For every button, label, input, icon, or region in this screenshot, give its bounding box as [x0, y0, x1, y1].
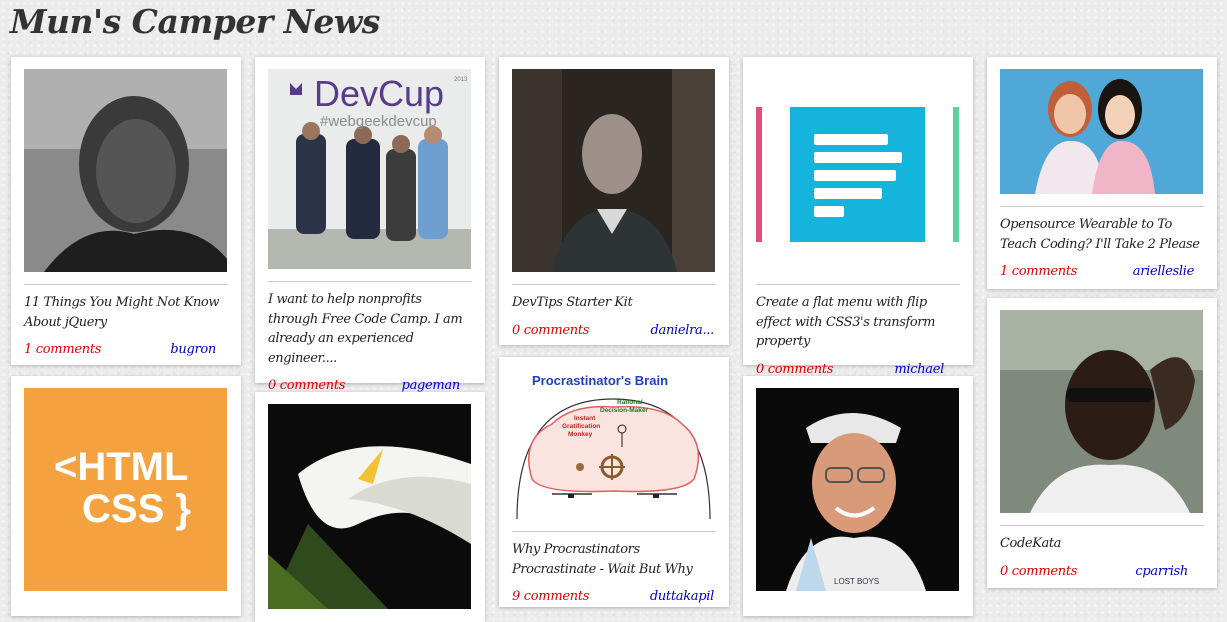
- author-link[interactable]: arielleslie: [1133, 264, 1195, 286]
- devcup-year-text: 2013: [454, 77, 468, 83]
- story-headline[interactable]: Why Procrastinators Procrastinate - Wait…: [512, 540, 716, 579]
- author-link[interactable]: duttakapil: [650, 589, 714, 611]
- author-link[interactable]: danielra...: [650, 323, 714, 345]
- comic-label-text: Decision-Maker: [600, 407, 649, 414]
- card-divider: [756, 284, 960, 285]
- shirt-logo-text: LOST BOYS: [834, 577, 880, 586]
- comments-link[interactable]: 9 comments: [512, 589, 589, 611]
- story-headline[interactable]: DevTips Starter Kit: [512, 293, 716, 313]
- comic-label-text: Gratification: [562, 423, 601, 430]
- article-image[interactable]: [756, 69, 959, 272]
- news-card: LOST BOYS: [743, 376, 973, 616]
- comments-link[interactable]: 0 comments: [1000, 564, 1077, 586]
- article-image[interactable]: Procrastinator's Brain Rational Decision…: [512, 369, 715, 519]
- menu-icon: [756, 107, 959, 242]
- story-headline[interactable]: I want to help nonprofits through Free C…: [268, 290, 472, 368]
- author-avatar-image[interactable]: [1000, 310, 1203, 513]
- author-avatar-image[interactable]: <HTML CSS }: [24, 388, 227, 591]
- news-card: [255, 392, 485, 622]
- comic-label-text: Instant: [574, 415, 596, 422]
- devcup-hashtag-text: #webgeekdevcup: [320, 113, 437, 130]
- card-meta: 0 comments cparrish: [1000, 564, 1204, 586]
- author-link[interactable]: bugron: [170, 342, 216, 364]
- comments-link[interactable]: 1 comments: [24, 342, 101, 364]
- news-card: Procrastinator's Brain Rational Decision…: [499, 357, 729, 607]
- card-divider: [512, 531, 716, 532]
- comments-link[interactable]: 1 comments: [1000, 264, 1077, 286]
- news-card: <HTML CSS }: [11, 376, 241, 616]
- author-avatar-image[interactable]: [24, 69, 227, 272]
- story-headline[interactable]: CodeKata: [1000, 534, 1204, 554]
- card-meta: 1 comments arielleslie: [1000, 264, 1204, 286]
- comments-link[interactable]: 0 comments: [512, 323, 589, 345]
- author-avatar-image[interactable]: [268, 404, 471, 609]
- news-card: 11 Things You Might Not Know About jQuer…: [11, 57, 241, 365]
- story-headline[interactable]: Opensource Wearable to To Teach Coding? …: [1000, 215, 1204, 254]
- comic-label-text: Monkey: [568, 431, 593, 438]
- author-avatar-image[interactable]: LOST BOYS: [756, 388, 959, 591]
- article-image[interactable]: [1000, 69, 1203, 194]
- author-link[interactable]: cparrish: [1135, 564, 1188, 586]
- card-meta: 1 comments bugron: [24, 342, 228, 364]
- news-card: DevCup 2013 #webgeekdevcup I want to hel…: [255, 57, 485, 393]
- news-card: Create a flat menu with flip effect with…: [743, 57, 973, 377]
- story-headline[interactable]: Create a flat menu with flip effect with…: [756, 293, 960, 352]
- devcup-logo-text: DevCup: [314, 73, 445, 114]
- card-divider: [24, 284, 228, 285]
- card-meta: 9 comments duttakapil: [512, 589, 716, 611]
- card-divider: [512, 284, 716, 285]
- news-card: CodeKata 0 comments cparrish: [987, 298, 1217, 588]
- card-divider: [1000, 206, 1204, 207]
- comic-label-text: Rational: [617, 399, 643, 406]
- site-title: Mun's Camper News: [10, 2, 380, 41]
- html-css-logo-text: CSS }: [82, 487, 191, 531]
- author-avatar-image[interactable]: DevCup 2013 #webgeekdevcup: [268, 69, 471, 269]
- author-avatar-image[interactable]: [512, 69, 715, 272]
- news-card: Opensource Wearable to To Teach Coding? …: [987, 57, 1217, 289]
- news-card: DevTips Starter Kit 0 comments danielra.…: [499, 57, 729, 345]
- html-css-logo-text: <HTML: [54, 445, 189, 489]
- comic-title-text: Procrastinator's Brain: [532, 373, 669, 388]
- card-divider: [268, 281, 472, 282]
- card-divider: [1000, 525, 1204, 526]
- story-headline[interactable]: 11 Things You Might Not Know About jQuer…: [24, 293, 228, 332]
- card-meta: 0 comments danielra...: [512, 323, 716, 345]
